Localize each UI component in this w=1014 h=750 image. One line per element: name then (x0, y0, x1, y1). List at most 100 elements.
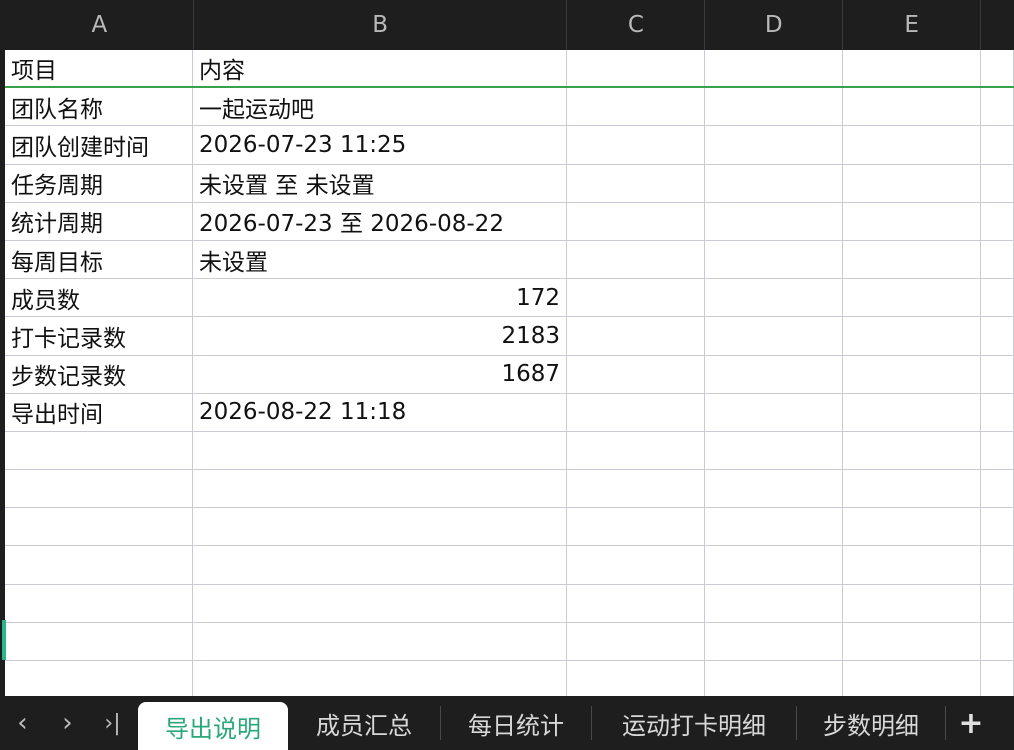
cell-a4[interactable]: 任务周期 (5, 164, 193, 202)
cell[interactable] (193, 431, 567, 470)
cell[interactable] (705, 88, 843, 126)
column-header-f[interactable] (981, 0, 1014, 50)
cell[interactable] (705, 393, 843, 431)
cell[interactable] (705, 126, 843, 164)
cell[interactable] (193, 622, 567, 660)
cell[interactable] (193, 584, 567, 622)
cell[interactable] (981, 355, 1014, 393)
cell[interactable] (981, 126, 1014, 164)
cell[interactable] (705, 317, 843, 355)
cell-b7[interactable]: 172 (193, 279, 567, 317)
cell-a6[interactable]: 每周目标 (5, 240, 193, 279)
cell-a1[interactable]: 项目 (5, 50, 193, 87)
cell[interactable] (567, 661, 705, 696)
cell[interactable] (567, 317, 705, 355)
cell[interactable] (5, 431, 193, 470)
cell-a3[interactable]: 团队创建时间 (5, 126, 193, 164)
cell[interactable] (5, 546, 193, 584)
cell[interactable] (981, 317, 1014, 355)
last-sheet-icon[interactable]: ›| (90, 711, 135, 736)
cell[interactable] (567, 202, 705, 240)
cell[interactable] (843, 202, 981, 240)
cell[interactable] (567, 88, 705, 126)
cell[interactable] (981, 470, 1014, 508)
cell[interactable] (843, 279, 981, 317)
cell[interactable] (843, 164, 981, 202)
cell[interactable] (843, 317, 981, 355)
tab-steps-details[interactable]: 步数明细 (797, 700, 945, 746)
cell-b8[interactable]: 2183 (193, 317, 567, 355)
cell[interactable] (981, 164, 1014, 202)
cell-b4[interactable]: 未设置 至 未设置 (193, 164, 567, 202)
next-sheet-icon[interactable]: › (45, 708, 90, 738)
cell[interactable] (193, 508, 567, 546)
cell[interactable] (567, 508, 705, 546)
cell[interactable] (843, 508, 981, 546)
cell[interactable] (981, 202, 1014, 240)
cell[interactable] (705, 431, 843, 470)
cell[interactable] (981, 240, 1014, 279)
prev-sheet-icon[interactable]: ‹ (0, 708, 45, 738)
cell[interactable] (843, 546, 981, 584)
cell[interactable] (981, 622, 1014, 660)
cell[interactable] (981, 584, 1014, 622)
cell[interactable] (5, 470, 193, 508)
cell[interactable] (705, 661, 843, 696)
cell[interactable] (567, 622, 705, 660)
cell[interactable] (981, 279, 1014, 317)
cell[interactable] (567, 50, 705, 87)
cell[interactable] (843, 88, 981, 126)
cell-b10[interactable]: 2026-08-22 11:18 (193, 393, 567, 431)
cell-b5[interactable]: 2026-07-23 至 2026-08-22 (193, 202, 567, 240)
cell[interactable] (705, 355, 843, 393)
cell[interactable] (567, 126, 705, 164)
column-header-c[interactable]: C (567, 0, 706, 50)
cell[interactable] (705, 50, 843, 87)
cell[interactable] (567, 355, 705, 393)
cell[interactable] (193, 546, 567, 584)
cell-b3[interactable]: 2026-07-23 11:25 (193, 126, 567, 164)
cell[interactable] (843, 355, 981, 393)
cell[interactable] (567, 393, 705, 431)
cell[interactable] (193, 470, 567, 508)
column-header-a[interactable]: A (6, 0, 194, 50)
cell[interactable] (705, 279, 843, 317)
tab-member-summary[interactable]: 成员汇总 (288, 700, 440, 746)
cell[interactable] (843, 50, 981, 87)
cell[interactable] (705, 240, 843, 279)
cell[interactable] (843, 126, 981, 164)
column-header-e[interactable]: E (843, 0, 982, 50)
cell-a2[interactable]: 团队名称 (5, 88, 193, 126)
column-header-b[interactable]: B (194, 0, 568, 50)
cell-b9[interactable]: 1687 (193, 355, 567, 393)
cell[interactable] (843, 470, 981, 508)
column-header-d[interactable]: D (705, 0, 844, 50)
cell[interactable] (5, 584, 193, 622)
cell[interactable] (705, 546, 843, 584)
cell[interactable] (981, 546, 1014, 584)
cell[interactable] (705, 470, 843, 508)
cell[interactable] (843, 661, 981, 696)
cell[interactable] (567, 240, 705, 279)
cell-a8[interactable]: 打卡记录数 (5, 317, 193, 355)
cell[interactable] (843, 240, 981, 279)
cell[interactable] (981, 661, 1014, 696)
cell-a9[interactable]: 步数记录数 (5, 355, 193, 393)
cell[interactable] (981, 88, 1014, 126)
cell-b2[interactable]: 一起运动吧 (193, 88, 567, 126)
cell[interactable] (5, 622, 193, 660)
cell[interactable] (705, 622, 843, 660)
tab-daily-stats[interactable]: 每日统计 (441, 700, 591, 746)
cell[interactable] (567, 546, 705, 584)
cell[interactable] (843, 393, 981, 431)
cell[interactable] (843, 584, 981, 622)
cell[interactable] (705, 164, 843, 202)
cell[interactable] (567, 164, 705, 202)
cell[interactable] (981, 393, 1014, 431)
cell[interactable] (981, 508, 1014, 546)
cell[interactable] (5, 508, 193, 546)
cell[interactable] (193, 661, 567, 696)
cell[interactable] (5, 661, 193, 696)
add-sheet-icon[interactable]: + (946, 706, 996, 741)
cell-a10[interactable]: 导出时间 (5, 393, 193, 431)
